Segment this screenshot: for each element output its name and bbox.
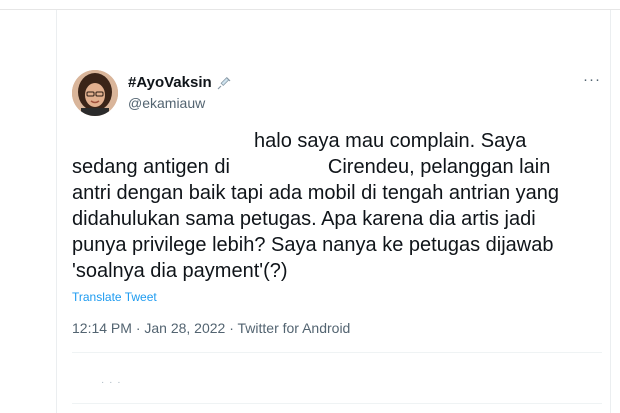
tweet-line: halo saya mau complain. Saya	[72, 128, 602, 154]
user-handle[interactable]: @ekamiauw	[128, 95, 205, 111]
display-name-text: #AyoVaksin	[128, 74, 212, 91]
timeline-left-border	[56, 10, 57, 413]
divider	[72, 403, 602, 404]
syringe-icon	[216, 75, 232, 91]
divider	[72, 352, 602, 353]
tweet-line-text: Cirendeu, pelanggan lain	[327, 156, 551, 178]
avatar[interactable]	[72, 70, 118, 116]
display-name[interactable]: #AyoVaksin	[128, 74, 232, 91]
tweet-line: punya privilege lebih? Saya nanya ke pet…	[72, 234, 554, 256]
tweet-text: halo saya mau complain. Saya sedang anti…	[72, 128, 602, 284]
tweet-line: antri dengan baik tapi ada mobil di teng…	[72, 182, 560, 204]
tweet-line: didahulukan sama petugas. Apa karena dia…	[72, 208, 536, 230]
more-options-icon[interactable]: ···	[582, 72, 602, 88]
profile-photo	[72, 70, 118, 116]
tweet-timestamp[interactable]: 12:14 PM · Jan 28, 2022 · Twitter for An…	[72, 320, 350, 336]
tweet-line-text: halo saya mau complain. Saya	[254, 130, 527, 152]
tweet-line: 'soalnya dia payment'(?)	[72, 260, 288, 282]
tweet-line-text: sedang antigen di	[72, 156, 230, 178]
top-border	[0, 9, 620, 10]
timeline-right-border	[610, 10, 611, 413]
loading-indicator: · · ·	[101, 377, 122, 388]
tweet-line: sedang antigen di Cirendeu, pelanggan lai…	[72, 154, 602, 180]
translate-tweet-link[interactable]: Translate Tweet	[72, 290, 157, 304]
